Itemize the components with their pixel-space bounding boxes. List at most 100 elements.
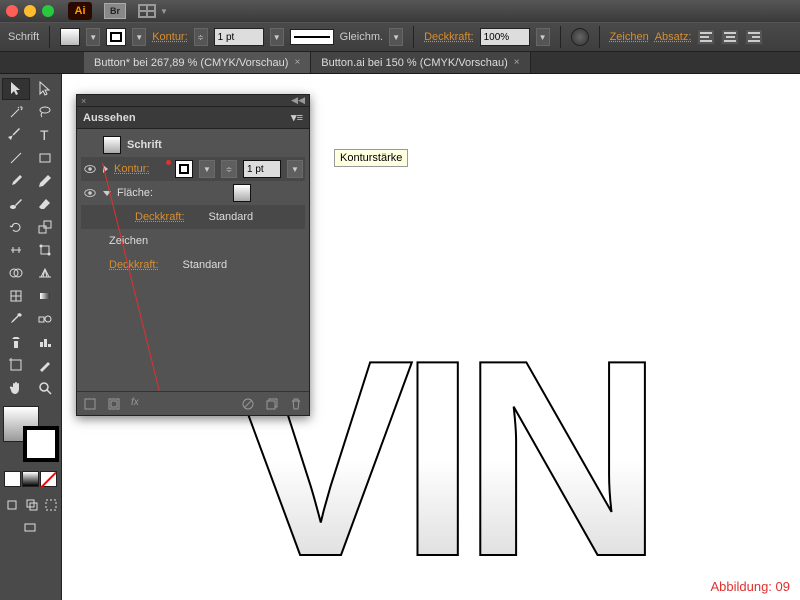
magic-wand-tool[interactable] [2,101,30,123]
opacity-dropdown[interactable]: ▼ [536,28,550,46]
fill-swatch[interactable] [60,28,80,46]
eraser-tool[interactable] [31,193,59,215]
stroke-color-swatch[interactable] [175,160,193,178]
arrange-documents-button[interactable] [138,4,156,18]
stroke-dropdown[interactable]: ▼ [132,28,146,46]
canvas[interactable]: VIN Abbildung: 09 ×◀◀ Aussehen ▾≡ Schrif… [62,74,800,600]
draw-mode-inside[interactable] [43,494,59,516]
color-mode-none[interactable] [40,471,57,487]
deckkraft-link[interactable]: Deckkraft: [424,31,474,43]
document-tab-1[interactable]: Button* bei 267,89 % (CMYK/Vorschau) × [84,52,311,73]
row-label: Schrift [127,139,162,151]
deckkraft-label[interactable]: Deckkraft: [135,211,185,223]
type-tool[interactable]: T [31,124,59,146]
type-thumbnail-icon [103,136,121,154]
opacity-input[interactable] [480,28,530,46]
align-center-button[interactable] [721,29,739,45]
visibility-eye-icon[interactable] [83,186,97,200]
minimize-window-button[interactable] [24,5,36,17]
kontur-link[interactable]: Kontur: [152,31,187,43]
stroke-weight-stepper[interactable]: ≑ [194,28,208,46]
color-mode-solid[interactable] [4,471,21,487]
visibility-eye-icon[interactable] [83,162,97,176]
fill-stroke-indicator[interactable] [3,406,59,462]
new-art-button[interactable] [83,397,97,411]
blend-tool[interactable] [31,308,59,330]
width-tool[interactable] [2,239,30,261]
pencil-tool[interactable] [31,170,59,192]
fill-color-swatch[interactable] [233,184,251,202]
delete-button[interactable] [289,397,303,411]
rectangle-tool[interactable] [31,147,59,169]
blob-brush-tool[interactable] [2,193,30,215]
close-window-button[interactable] [6,5,18,17]
bridge-button[interactable]: Br [104,3,126,19]
app-logo-icon: Ai [68,2,92,20]
align-right-button[interactable] [745,29,763,45]
stroke-weight-menu[interactable]: ▼ [287,160,303,178]
appearance-row-kontur[interactable]: Kontur: ▼ ≑ ▼ [81,157,305,181]
shape-builder-tool[interactable] [2,262,30,284]
slice-tool[interactable] [31,354,59,376]
stroke-profile-dropdown[interactable]: ▼ [389,28,403,46]
stroke-swatch[interactable] [106,28,126,46]
eyedropper-tool[interactable] [2,308,30,330]
rotate-tool[interactable] [2,216,30,238]
stroke-profile-preview[interactable] [290,29,334,45]
panel-collapse-icon[interactable]: ◀◀ [291,95,305,106]
fx-button[interactable]: fx [131,397,145,411]
control-bar: Schrift ▼ ▼ Kontur: ≑ ▼ Gleichm. ▼ Deckk… [0,22,800,52]
direct-selection-tool[interactable] [31,78,59,100]
fill-dropdown[interactable]: ▼ [86,28,100,46]
stroke-weight-stepper[interactable]: ≑ [221,160,237,178]
stroke-weight-dropdown[interactable]: ▼ [270,28,284,46]
absatz-link[interactable]: Absatz: [655,31,692,43]
pen-tool[interactable] [2,124,30,146]
draw-mode-normal[interactable] [2,494,22,516]
free-transform-tool[interactable] [31,239,59,261]
close-tab-icon[interactable]: × [294,57,300,68]
hand-tool[interactable] [2,377,30,399]
panel-footer: fx [77,391,309,415]
panel-close-icon[interactable]: × [81,96,86,106]
color-mode-gradient[interactable] [22,471,39,487]
line-tool[interactable] [2,147,30,169]
tooltip: Konturstärke [334,149,408,167]
appearance-row-flaeche[interactable]: Fläche: [81,181,305,205]
zeichen-link[interactable]: Zeichen [610,31,649,43]
panel-menu-icon[interactable]: ▾≡ [291,111,303,124]
appearance-row-schrift[interactable]: Schrift [81,133,305,157]
screen-mode-button[interactable] [2,517,58,539]
clear-button[interactable] [241,397,255,411]
appearance-row-zeichen[interactable]: Zeichen [81,229,305,253]
recolor-button[interactable] [571,28,589,46]
zeichen-label: Zeichen [109,235,148,247]
deckkraft-label[interactable]: Deckkraft: [109,259,159,271]
paintbrush-tool[interactable] [2,170,30,192]
stroke-color-indicator[interactable] [23,426,59,462]
window-titlebar: Ai Br ▼ [0,0,800,22]
stroke-weight-input[interactable] [214,28,264,46]
stroke-weight-field[interactable] [243,160,281,178]
maximize-window-button[interactable] [42,5,54,17]
document-tab-2[interactable]: Button.ai bei 150 % (CMYK/Vorschau) × [311,52,530,73]
zoom-tool[interactable] [31,377,59,399]
selection-tool[interactable] [2,78,30,100]
new-art-basic-button[interactable] [107,397,121,411]
close-tab-icon[interactable]: × [514,57,520,68]
align-left-button[interactable] [697,29,715,45]
column-graph-tool[interactable] [31,331,59,353]
symbol-sprayer-tool[interactable] [2,331,30,353]
lasso-tool[interactable] [31,101,59,123]
gleichm-label: Gleichm. [340,31,383,43]
scale-tool[interactable] [31,216,59,238]
appearance-row-deckkraft-2[interactable]: Deckkraft: Standard [81,253,305,277]
artboard-tool[interactable] [2,354,30,376]
draw-mode-behind[interactable] [23,494,43,516]
kontur-label[interactable]: Kontur: [114,163,149,175]
duplicate-button[interactable] [265,397,279,411]
mesh-tool[interactable] [2,285,30,307]
stroke-color-dropdown[interactable]: ▼ [199,160,215,178]
gradient-tool[interactable] [31,285,59,307]
perspective-grid-tool[interactable] [31,262,59,284]
